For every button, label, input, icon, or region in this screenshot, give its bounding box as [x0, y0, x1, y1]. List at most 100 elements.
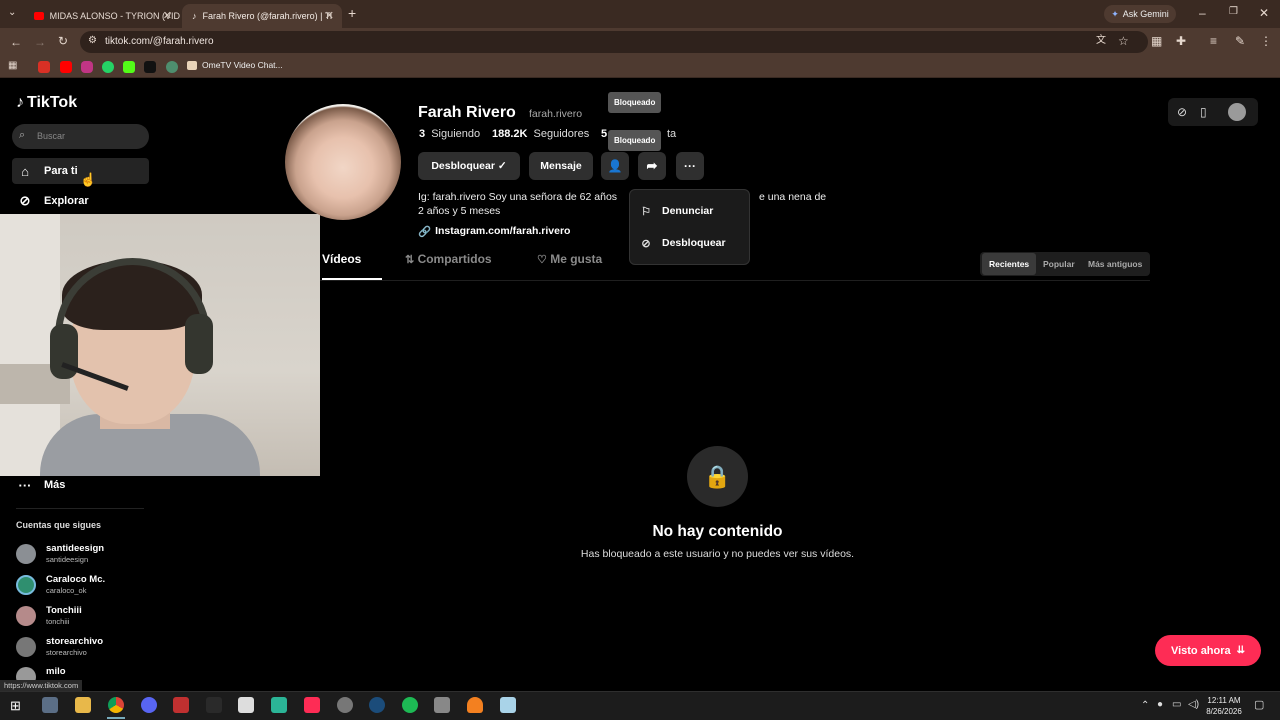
new-tab-button[interactable]: +	[348, 6, 356, 20]
empty-state-subtitle: Has bloqueado a este usuario y no puedes…	[580, 548, 855, 560]
menu-item-label: Denunciar	[662, 205, 714, 217]
following-count[interactable]: 3 Siguiendo	[419, 128, 480, 140]
browser-tab-tiktok[interactable]: ♪ Farah Rivero (@farah.rivero) | Ti ✕	[182, 4, 342, 28]
windows-start-icon[interactable]: ⊞	[10, 699, 21, 712]
spotify-icon[interactable]	[402, 697, 418, 713]
epic-games-icon[interactable]	[206, 697, 222, 713]
flag-icon: ⚐	[641, 205, 651, 218]
instagram-icon[interactable]	[81, 61, 93, 73]
bookmark-favicon-icon[interactable]	[166, 61, 178, 73]
tab-search-icon[interactable]: ⌄	[8, 8, 16, 18]
tiktok-logo[interactable]: ♪ TikTok	[16, 94, 77, 112]
app-blue-icon[interactable]	[500, 697, 516, 713]
profile-link[interactable]: 🔗 Instagram.com/farah.rivero	[418, 225, 570, 238]
user-lock-icon: 🔒	[703, 463, 732, 489]
visto-ahora-label: Visto ahora	[1170, 644, 1231, 657]
chevron-down-double-icon: ⇊	[1236, 645, 1246, 656]
kick-icon[interactable]	[123, 61, 135, 73]
tray-chevron-icon[interactable]: ⌃	[1141, 701, 1149, 711]
sort-popular[interactable]: Popular	[1036, 253, 1082, 275]
link-icon: 🔗	[418, 226, 432, 238]
discord-icon[interactable]	[141, 697, 157, 713]
file-explorer-icon[interactable]	[75, 697, 91, 713]
minimize-icon[interactable]: –	[1199, 7, 1206, 19]
close-tab-icon[interactable]: ✕	[163, 9, 172, 22]
add-friend-button[interactable]: 👤	[601, 152, 629, 180]
youtube-icon[interactable]	[60, 61, 72, 73]
gmail-icon[interactable]	[38, 61, 50, 73]
following-count-value: 3	[419, 128, 426, 140]
profile-name: Farah Rivero	[418, 104, 516, 121]
home-icon: ⌂	[21, 163, 29, 179]
apps-grid-icon[interactable]: ▦	[8, 61, 17, 71]
kebab-menu-icon[interactable]: ⋮	[1260, 35, 1272, 47]
sort-recientes[interactable]: Recientes	[982, 253, 1037, 275]
media-icon[interactable]: ≡	[1210, 35, 1217, 47]
tab-me-gusta[interactable]: ♡ Me gusta	[537, 252, 602, 266]
close-window-icon[interactable]: ✕	[1259, 7, 1269, 19]
more-options-button[interactable]: ···	[676, 152, 704, 180]
extension-icon[interactable]: ▦	[1151, 35, 1162, 47]
profile-bio-line2: 2 años y 5 meses	[418, 205, 501, 217]
app-sphere-icon[interactable]	[337, 697, 353, 713]
chrome-icon[interactable]	[108, 697, 124, 713]
followers-count-label: Seguidores	[533, 128, 590, 140]
tray-clock[interactable]: 12:11 AM 8/26/2026	[1200, 695, 1248, 717]
menu-item-denunciar[interactable]: ⚐ Denunciar	[630, 195, 750, 227]
share-button[interactable]: ➦	[638, 152, 666, 180]
block-icon: ⊘	[641, 237, 651, 250]
unblock-button[interactable]: Desbloquear ✓	[418, 152, 520, 180]
notification-icon[interactable]: ▢	[1254, 700, 1264, 711]
menu-item-label: Desbloquear	[662, 237, 726, 249]
sidebar-item-label: Explorar	[44, 195, 89, 207]
visto-ahora-button[interactable]: Visto ahora ⇊	[1155, 635, 1261, 666]
browser-tab-youtube[interactable]: MIDAS ALONSO - TYRION (VID ✕	[24, 4, 180, 28]
device-icon[interactable]: ▯	[1200, 106, 1207, 118]
translate-icon[interactable]: 文	[1096, 36, 1106, 46]
profile-icon[interactable]: ✎	[1235, 35, 1245, 47]
site-info-icon[interactable]: ⚙	[88, 36, 97, 46]
tiktok-icon[interactable]	[144, 61, 156, 73]
whatsapp-icon[interactable]	[102, 61, 114, 73]
steam-icon[interactable]	[369, 697, 385, 713]
message-button[interactable]: Mensaje	[529, 152, 593, 180]
capcut-icon[interactable]	[238, 697, 254, 713]
profile-link-text: Instagram.com/farah.rivero	[435, 225, 571, 237]
ask-gemini-button[interactable]: ✦ Ask Gemini	[1104, 5, 1176, 23]
likes-count-tail: ta	[667, 128, 677, 140]
forward-icon[interactable]: →	[34, 36, 46, 48]
cloud-icon[interactable]	[467, 697, 483, 713]
reload-icon[interactable]: ↻	[58, 35, 68, 47]
tab-compartidos[interactable]: ⇅ Compartidos	[405, 252, 492, 266]
microphone-icon[interactable]: ●	[1157, 700, 1163, 710]
back-icon[interactable]: ←	[10, 36, 22, 48]
game-controller-icon[interactable]	[434, 697, 450, 713]
sidebar-item-mas[interactable]: ··· Más	[12, 472, 149, 498]
app-green-icon[interactable]	[271, 697, 287, 713]
ask-gemini-label: Ask Gemini	[1122, 9, 1169, 19]
sort-mas-antiguos[interactable]: Más antiguos	[1081, 253, 1149, 275]
webcam-overlay	[0, 214, 320, 476]
coin-icon[interactable]: ⊘	[1177, 106, 1187, 118]
menu-item-desbloquear[interactable]: ⊘ Desbloquear	[630, 227, 750, 259]
address-bar[interactable]	[80, 31, 1148, 53]
sidebar-item-explorar[interactable]: ⊘ Explorar	[12, 188, 149, 214]
search-placeholder: Buscar	[37, 131, 66, 141]
task-view-icon[interactable]	[42, 697, 58, 713]
network-icon[interactable]: ▭	[1172, 700, 1181, 710]
tabs-divider	[320, 280, 1150, 281]
search-icon: ⌕	[19, 129, 26, 141]
bookmark-star-icon[interactable]: ☆	[1118, 35, 1129, 47]
user-avatar[interactable]	[1228, 103, 1246, 121]
app-icon[interactable]	[173, 697, 189, 713]
restore-icon[interactable]: ❐	[1229, 7, 1238, 17]
close-tab-icon[interactable]: ✕	[325, 9, 334, 22]
profile-avatar[interactable]	[285, 104, 401, 220]
search-input[interactable]: ⌕ Buscar	[12, 124, 149, 149]
puzzle-icon[interactable]: ✚	[1176, 35, 1186, 47]
volume-icon[interactable]: ◁)	[1188, 700, 1199, 710]
bookmark-ometv[interactable]: OmeTV Video Chat...	[187, 60, 283, 70]
tab-videos[interactable]: Vídeos	[322, 252, 361, 266]
followers-count[interactable]: 188.2K Seguidores	[492, 128, 589, 140]
tiktok-app-icon[interactable]	[304, 697, 320, 713]
